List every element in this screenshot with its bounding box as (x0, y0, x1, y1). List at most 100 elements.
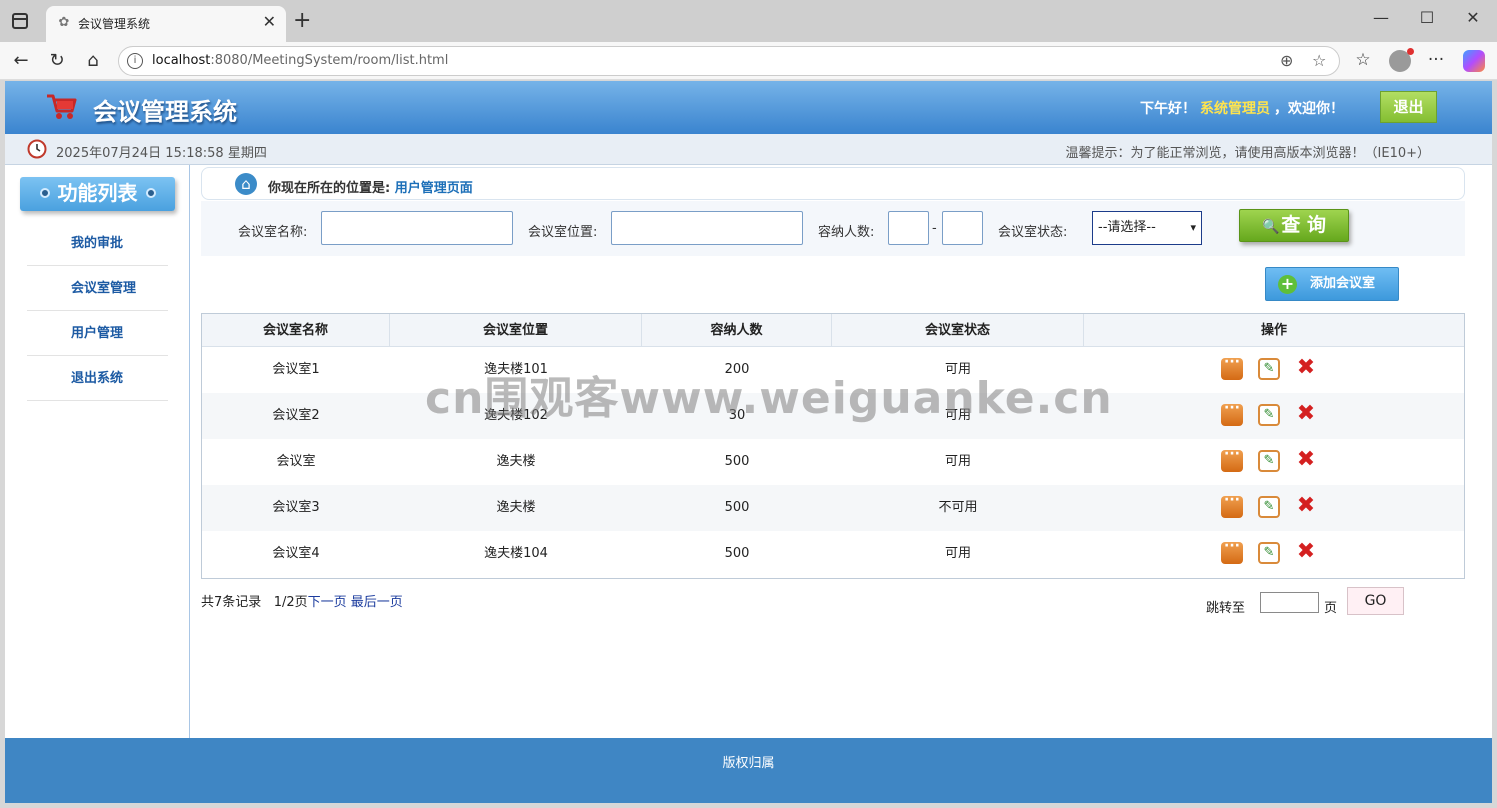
clock-icon (27, 139, 47, 159)
more-options-icon[interactable]: ··· (1423, 50, 1449, 70)
last-page-link[interactable]: 最后一页 (351, 595, 403, 610)
bullet-icon (39, 187, 50, 198)
browser-tab[interactable]: ✿ 会议管理系统 ✕ (46, 6, 286, 42)
url-input[interactable]: i localhost:8080/MeetingSystem/room/list… (118, 46, 1340, 76)
cell-status: 可用 (944, 454, 971, 469)
address-bar: ← ↻ ⌂ i localhost:8080/MeetingSystem/roo… (0, 42, 1497, 80)
close-window-icon[interactable]: ✕ (1450, 8, 1496, 27)
page: 会议管理系统 下午好！ 系统管理员 ，欢迎你！ 退出 2025年07月24日 15:… (5, 81, 1492, 803)
room-name-input[interactable] (321, 211, 513, 245)
cell-status: 可用 (944, 546, 971, 561)
footer: 版权归属 (5, 738, 1492, 803)
favorites-icon[interactable]: ☆ (1350, 50, 1376, 70)
table-row: 会议室3 逸夫楼 500 不可用 (202, 485, 1464, 531)
sidebar-item-exit-system[interactable]: 退出系统 (27, 356, 168, 401)
total-records: 共7条记录 (201, 595, 262, 610)
sidebar-menu: 我的审批 会议室管理 用户管理 退出系统 (27, 221, 168, 401)
browser-tip: 温馨提示：为了能正常浏览，请使用高版本浏览器！（IE10+） (1065, 146, 1430, 161)
bullet-icon (145, 187, 156, 198)
table-row: 会议室 逸夫楼 500 可用 (202, 439, 1464, 485)
query-button[interactable]: 🔍 查 询 (1239, 209, 1349, 242)
watermark-text: cn围观客www.weiguanke.cn (425, 373, 1113, 424)
current-user: 系统管理员 (1200, 101, 1270, 117)
main-content: 你现在所在的位置是: 用户管理页面 会议室名称: 会议室位置: 容纳人数: - … (201, 165, 1465, 739)
cell-room-name: 会议室3 (272, 500, 320, 515)
profile-avatar-icon[interactable] (1389, 48, 1414, 72)
site-info-icon[interactable]: i (127, 53, 143, 69)
sidebar-item-user-management[interactable]: 用户管理 (27, 311, 168, 356)
edit-icon[interactable] (1258, 358, 1280, 380)
home-location-icon (235, 173, 257, 195)
system-title: 会议管理系统 (93, 98, 237, 126)
delete-icon[interactable] (1294, 448, 1318, 472)
cell-room-location: 逸夫楼 (496, 454, 536, 469)
capacity-min-input[interactable] (888, 211, 929, 245)
go-button[interactable]: GO (1347, 587, 1404, 615)
sidebar-item-my-approval[interactable]: 我的审批 (27, 221, 168, 266)
view-detail-icon[interactable] (1221, 492, 1243, 518)
next-page-link[interactable]: 下一页 (308, 595, 347, 610)
delete-icon[interactable] (1294, 356, 1318, 380)
cell-room-location: 逸夫楼104 (484, 546, 548, 561)
breadcrumb: 你现在所在的位置是: 用户管理页面 (201, 167, 1465, 200)
app-header: 会议管理系统 下午好！ 系统管理员 ，欢迎你！ 退出 (5, 81, 1492, 134)
favorite-star-icon[interactable]: ☆ (1312, 51, 1326, 70)
capacity-max-input[interactable] (942, 211, 983, 245)
room-location-label: 会议室位置: (528, 225, 598, 240)
copilot-icon[interactable] (1463, 50, 1485, 72)
jump-page-input[interactable] (1260, 592, 1319, 613)
room-location-input[interactable] (611, 211, 803, 245)
chevron-down-icon: ▾ (1190, 221, 1196, 234)
room-status-select[interactable]: --请选择-- ▾ (1092, 211, 1202, 245)
cell-status: 不可用 (938, 500, 978, 515)
page-indicator: 1/2页 (273, 595, 308, 610)
sidebar-item-room-management[interactable]: 会议室管理 (27, 266, 168, 311)
logout-button[interactable]: 退出 (1380, 91, 1437, 123)
zoom-icon[interactable]: ⊕ (1280, 51, 1293, 70)
sidebar-title: 功能列表 (20, 177, 175, 211)
edit-icon[interactable] (1258, 450, 1280, 472)
column-header-capacity: 容纳人数 (642, 314, 832, 347)
home-icon[interactable]: ⌂ (80, 50, 106, 71)
cell-capacity: 500 (724, 500, 750, 515)
delete-icon[interactable] (1294, 494, 1318, 518)
jump-to-label: 跳转至 (1206, 601, 1246, 616)
add-room-button[interactable]: + 添加会议室 (1265, 267, 1399, 301)
cell-capacity: 500 (724, 546, 750, 561)
table-header: 会议室名称 会议室位置 容纳人数 会议室状态 操作 (202, 314, 1464, 347)
cell-room-name: 会议室2 (272, 408, 320, 423)
back-icon[interactable]: ← (8, 50, 34, 71)
view-detail-icon[interactable] (1221, 354, 1243, 380)
pagination: 共7条记录 1/2页下一页 最后一页 (201, 591, 403, 610)
tab-close-icon[interactable]: ✕ (263, 12, 276, 31)
column-header-location: 会议室位置 (390, 314, 642, 347)
current-location-link[interactable]: 用户管理页面 (395, 181, 473, 196)
welcome-message: 下午好！ 系统管理员 ，欢迎你！ (1140, 101, 1344, 117)
favicon-icon: ✿ (58, 15, 70, 30)
tab-title: 会议管理系统 (78, 17, 151, 31)
edit-icon[interactable] (1258, 496, 1280, 518)
window-menu-icon[interactable] (12, 13, 28, 29)
table-row: 会议室4 逸夫楼104 500 可用 (202, 531, 1464, 577)
column-header-status: 会议室状态 (832, 314, 1084, 347)
cell-room-location: 逸夫楼 (496, 500, 536, 515)
refresh-icon[interactable]: ↻ (44, 50, 70, 71)
location-label: 你现在所在的位置是: 用户管理页面 (268, 181, 473, 196)
edit-icon[interactable] (1258, 404, 1280, 426)
shopping-cart-icon (47, 94, 77, 119)
new-tab-icon[interactable]: + (293, 8, 311, 33)
room-table: 会议室名称 会议室位置 容纳人数 会议室状态 操作 会议室1 逸夫楼101 20… (201, 313, 1465, 579)
view-detail-icon[interactable] (1221, 446, 1243, 472)
search-form: 会议室名称: 会议室位置: 容纳人数: - 会议室状态: --请选择-- ▾ 🔍 查… (201, 201, 1465, 256)
edit-icon[interactable] (1258, 542, 1280, 564)
view-detail-icon[interactable] (1221, 538, 1243, 564)
minimize-icon[interactable]: — (1358, 8, 1404, 27)
view-detail-icon[interactable] (1221, 400, 1243, 426)
delete-icon[interactable] (1294, 540, 1318, 564)
maximize-icon[interactable]: ☐ (1404, 8, 1450, 27)
room-status-label: 会议室状态: (998, 225, 1068, 240)
delete-icon[interactable] (1294, 402, 1318, 426)
room-name-label: 会议室名称: (238, 225, 308, 240)
column-header-name: 会议室名称 (202, 314, 390, 347)
magnifier-icon: 🔍 (1261, 219, 1280, 235)
